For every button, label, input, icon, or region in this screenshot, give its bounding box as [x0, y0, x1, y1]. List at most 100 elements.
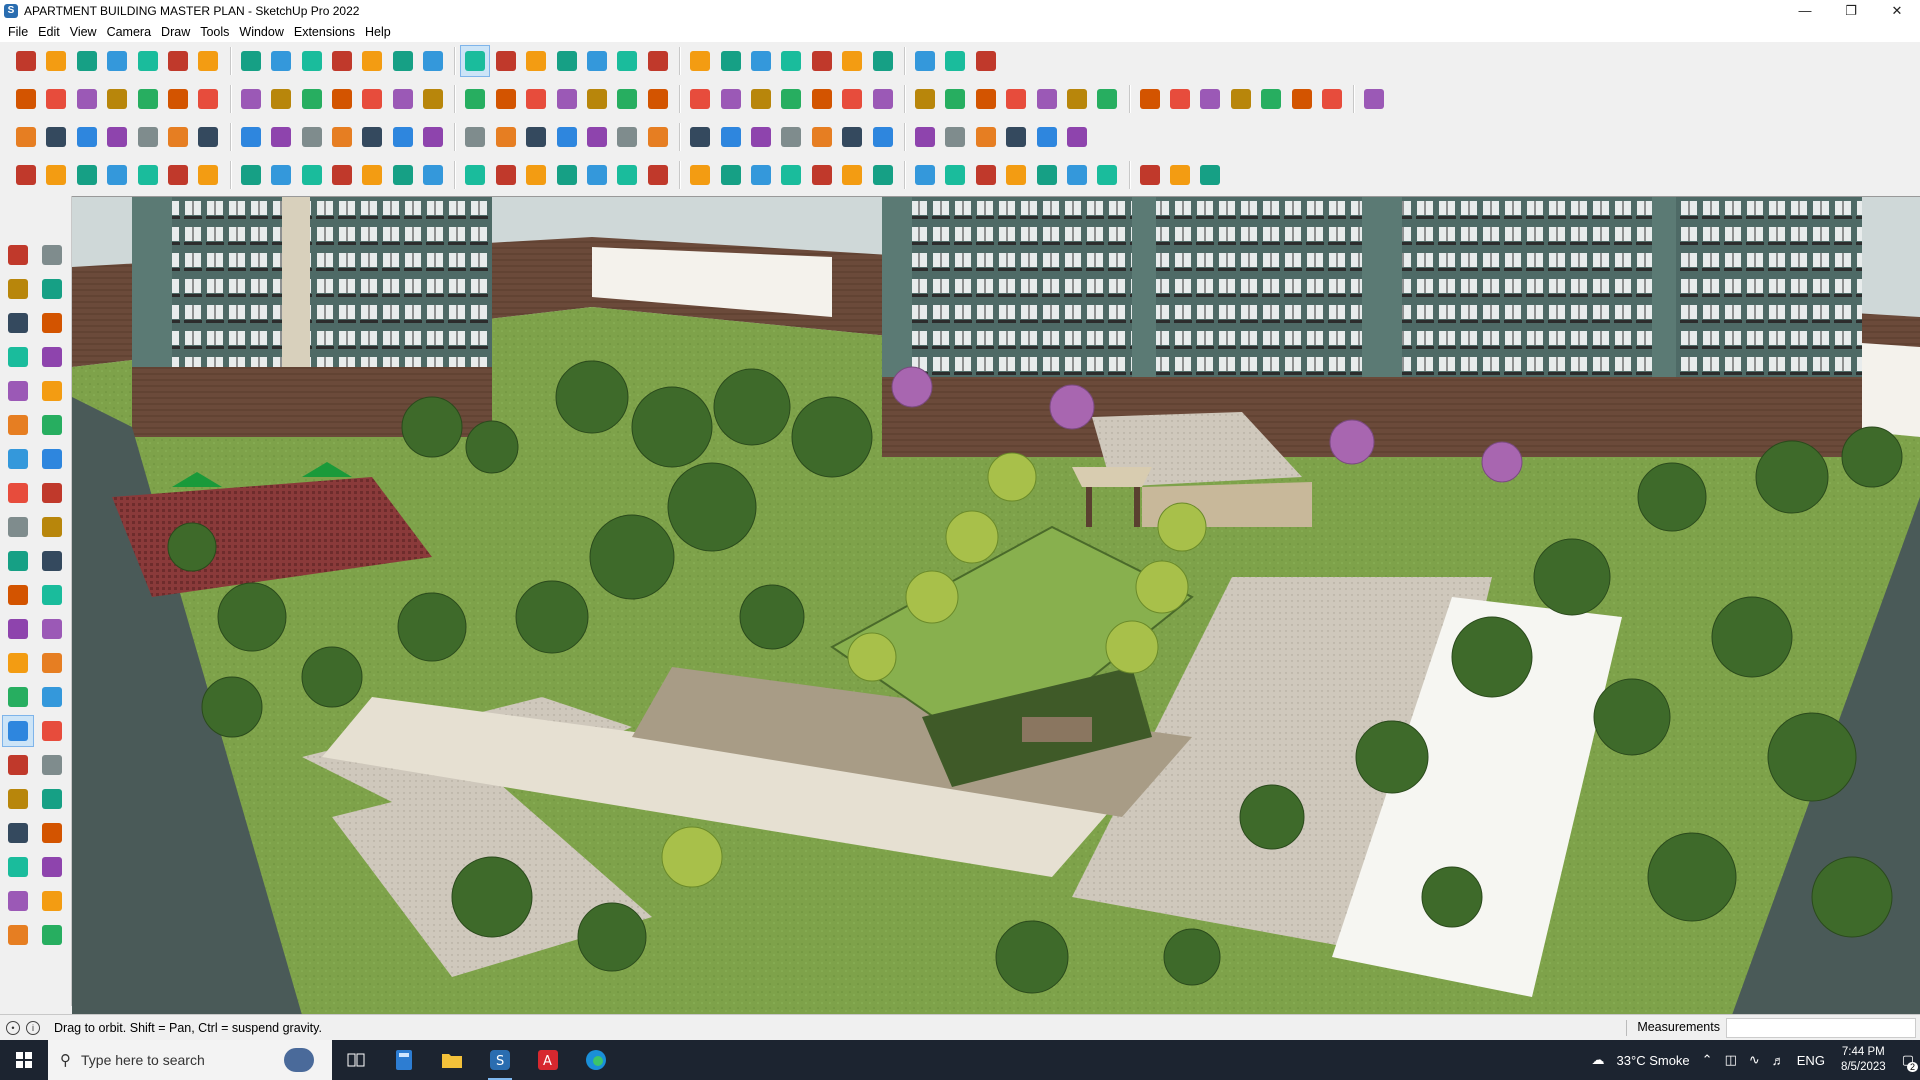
- styles-icon[interactable]: [686, 46, 714, 76]
- walk-icon[interactable]: [3, 852, 33, 882]
- menu-extensions[interactable]: Extensions: [289, 22, 360, 42]
- warning-icon[interactable]: [522, 122, 550, 152]
- previous-view-icon[interactable]: [37, 784, 67, 814]
- scenes-icon[interactable]: [37, 920, 67, 950]
- pattern-icon[interactable]: [869, 122, 897, 152]
- drill-icon[interactable]: [73, 160, 101, 190]
- redo-icon[interactable]: [941, 46, 969, 76]
- zoom-icon[interactable]: [12, 46, 40, 76]
- scissors-icon[interactable]: [103, 160, 131, 190]
- spline-icon[interactable]: [298, 122, 326, 152]
- matrix-icon[interactable]: [972, 122, 1000, 152]
- slab-icon[interactable]: [73, 122, 101, 152]
- follow-me-icon[interactable]: [237, 46, 265, 76]
- 3d-text-icon[interactable]: [37, 682, 67, 712]
- layers-icon[interactable]: [3, 920, 33, 950]
- rectangle-icon[interactable]: [164, 46, 192, 76]
- ramp-icon[interactable]: [1093, 160, 1121, 190]
- left-view-icon[interactable]: [267, 84, 295, 114]
- wave-icon[interactable]: [869, 160, 897, 190]
- orbit-icon[interactable]: [460, 45, 491, 77]
- scale-icon[interactable]: [3, 580, 33, 610]
- cone-icon[interactable]: [461, 122, 489, 152]
- minimize-button[interactable]: —: [1782, 0, 1828, 22]
- move-icon[interactable]: [267, 46, 295, 76]
- pie-icon[interactable]: [37, 444, 67, 474]
- lamp-icon[interactable]: [492, 160, 520, 190]
- back-view-icon[interactable]: [237, 84, 265, 114]
- polygon-icon[interactable]: [1033, 84, 1061, 114]
- position-camera-icon[interactable]: [3, 818, 33, 848]
- wireframe-icon[interactable]: [358, 84, 386, 114]
- select-icon[interactable]: [3, 240, 33, 270]
- joint-icon[interactable]: [328, 122, 356, 152]
- pan-icon[interactable]: [492, 46, 520, 76]
- plane-arrow-icon[interactable]: [644, 160, 672, 190]
- select-icon[interactable]: [42, 46, 70, 76]
- hose-icon[interactable]: [194, 160, 222, 190]
- cloud-icon[interactable]: [164, 160, 192, 190]
- orbit-icon[interactable]: [2, 715, 34, 747]
- chain-icon[interactable]: [613, 122, 641, 152]
- restore-button[interactable]: ❐: [1828, 0, 1874, 22]
- menu-tools[interactable]: Tools: [195, 22, 234, 42]
- gear-bar-icon[interactable]: [553, 160, 581, 190]
- layer-on-icon[interactable]: [911, 84, 939, 114]
- menu-file[interactable]: File: [3, 22, 33, 42]
- eraser-icon[interactable]: [73, 46, 101, 76]
- iso-view-icon[interactable]: [103, 84, 131, 114]
- plane-icon[interactable]: [42, 122, 70, 152]
- sandbox-icon[interactable]: [777, 46, 805, 76]
- language-indicator[interactable]: ENG: [1797, 1053, 1825, 1068]
- terrain-icon[interactable]: [103, 122, 131, 152]
- zoom-window-icon[interactable]: [522, 46, 550, 76]
- look-around-icon[interactable]: [37, 818, 67, 848]
- wifi-icon[interactable]: ∿: [1749, 1052, 1760, 1068]
- task-view-button[interactable]: [332, 1040, 380, 1080]
- monochrome-icon[interactable]: [492, 84, 520, 114]
- eraser-icon[interactable]: [37, 274, 67, 304]
- layers-icon[interactable]: [613, 46, 641, 76]
- shadow-icon[interactable]: [777, 84, 805, 114]
- frame-icon[interactable]: [194, 122, 222, 152]
- taskbar-acrobat[interactable]: A: [524, 1040, 572, 1080]
- start-button[interactable]: [0, 1040, 48, 1080]
- freehand-icon[interactable]: [1063, 84, 1091, 114]
- globe-icon[interactable]: [267, 160, 295, 190]
- rotate-icon[interactable]: [298, 46, 326, 76]
- tape-measure-icon[interactable]: [358, 46, 386, 76]
- geo-location-icon[interactable]: [941, 84, 969, 114]
- rectangle-icon[interactable]: [3, 376, 33, 406]
- offset-icon[interactable]: [164, 122, 192, 152]
- zoom-extents-icon[interactable]: [3, 784, 33, 814]
- taskbar-sketchup[interactable]: S: [476, 1040, 524, 1080]
- arc-icon[interactable]: [134, 46, 162, 76]
- flip-icon[interactable]: [808, 46, 836, 76]
- front-view-icon[interactable]: [164, 84, 192, 114]
- fan-blade-icon[interactable]: [1063, 160, 1091, 190]
- stripe-icon[interactable]: [717, 160, 745, 190]
- measurements-input[interactable]: [1726, 1018, 1916, 1038]
- ellipse-icon[interactable]: [1093, 84, 1121, 114]
- orbit-small-icon[interactable]: [37, 240, 67, 270]
- tape-measure-icon[interactable]: [3, 614, 33, 644]
- undo-icon[interactable]: [911, 46, 939, 76]
- grid-icon[interactable]: [237, 122, 265, 152]
- line-icon[interactable]: [103, 46, 131, 76]
- fence-icon[interactable]: [717, 84, 745, 114]
- line-icon[interactable]: [3, 342, 33, 372]
- fan-icon[interactable]: [747, 160, 775, 190]
- multi-icon[interactable]: [389, 122, 417, 152]
- parallelogram-icon[interactable]: [1136, 84, 1164, 114]
- clock[interactable]: 7:44 PM 8/5/2023: [1841, 1045, 1886, 1075]
- roof-frame-icon[interactable]: [1166, 160, 1194, 190]
- extension-warehouse-icon[interactable]: [747, 46, 775, 76]
- door-icon[interactable]: [644, 84, 672, 114]
- pan-icon[interactable]: [37, 716, 67, 746]
- ring-icon[interactable]: [583, 122, 611, 152]
- taskbar-calculator[interactable]: [380, 1040, 428, 1080]
- textured-icon[interactable]: [461, 84, 489, 114]
- star-icon[interactable]: [644, 122, 672, 152]
- roof-icon[interactable]: [553, 84, 581, 114]
- bottom-view-icon[interactable]: [298, 84, 326, 114]
